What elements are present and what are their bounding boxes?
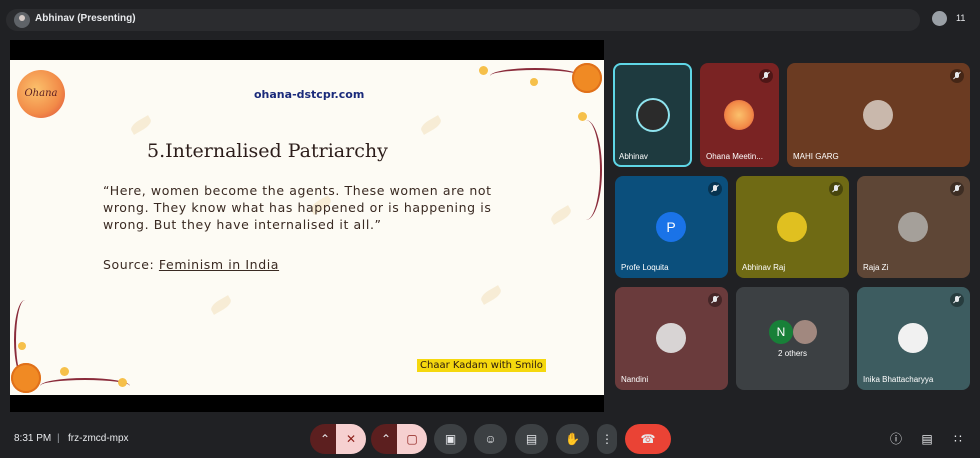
decor-leaf [208,295,234,315]
separator: | [57,433,60,444]
slide-quote: “Here, women become the agents. These wo… [103,183,492,232]
more-vert-icon: ⋮ [601,432,613,446]
participant-tile-others[interactable]: N 2 others [736,287,849,390]
slide-source: Source: Feminism in India [103,257,280,272]
decor-leaf [418,115,444,135]
camera-toggle-button[interactable]: ▢ [397,424,427,454]
participant-tile-nandini[interactable]: Nandini [615,287,728,390]
meeting-details-button[interactable]: ⓘ [887,430,905,448]
mic-off-icon [759,69,773,83]
chevron-up-icon: ⌃ [319,432,331,446]
present-screen-button[interactable]: ▣ [434,424,467,454]
participant-name: Inika Bhattacharyya [863,375,934,384]
chat-icon: ▤ [921,432,933,446]
participant-tile-abhinav[interactable]: Abhinav [613,63,692,167]
more-options-button[interactable]: ⋮ [597,424,617,454]
avatar [656,323,686,353]
presentation-stage: Ohana ohana-dstcpr.com 5.Internalised Pa… [10,40,604,412]
raise-hand-button[interactable]: ✋ [556,424,589,454]
participant-count: 11 [956,13,966,23]
participant-tile-ohana[interactable]: Ohana Meetin... [700,63,779,167]
participant-name: Abhinav Raj [742,263,786,272]
avatar [898,212,928,242]
slide-title: 5.Internalised Patriarchy [147,140,388,162]
slide-website: ohana-dstcpr.com [254,88,365,101]
flower-decoration [479,66,488,75]
captions-icon: ▤ [525,432,538,446]
ohana-logo: Ohana [17,70,65,118]
mic-off-icon [950,182,964,196]
avatar [777,212,807,242]
participant-name: Nandini [621,375,649,384]
avatar-initial: N [769,320,793,344]
call-controls-bar: 8:31 PM | frz-zmcd-mpx ⌃ ✕ ⌃ ▢ ▣ ☺ ▤ ✋ ⋮… [0,418,980,458]
leave-call-button[interactable]: ☎ [625,424,671,454]
flower-decoration [572,63,602,93]
activities-button[interactable]: ∷ [949,430,967,448]
camera-off-icon: ▢ [406,432,418,446]
floral-vine [40,378,130,394]
mic-off-icon [708,182,722,196]
flower-decoration [11,363,41,393]
participant-tile-abhinav-raj[interactable]: Abhinav Raj [736,176,849,278]
avatar [863,100,893,130]
flower-decoration [18,342,26,350]
flower-decoration [60,367,69,376]
participant-name: Ohana Meetin... [706,152,763,161]
emoji-icon: ☺ [484,432,497,446]
decor-leaf [128,115,154,135]
avatar [793,320,817,344]
mic-off-icon [829,182,843,196]
participant-name: MAHI GARG [793,152,839,161]
chat-button[interactable]: ▤ [918,430,936,448]
source-link[interactable]: Feminism in India [159,257,279,272]
flower-decoration [118,378,127,387]
hand-icon: ✋ [565,432,580,446]
decor-leaf [548,205,574,225]
chevron-up-icon: ⌃ [380,432,392,446]
presenting-banner: Abhinav (Presenting) [6,9,920,31]
participant-tile-profe-loquita[interactable]: P Profe Loquita [615,176,728,278]
mic-toggle-button[interactable]: ✕ [336,424,366,454]
participant-tile-inika[interactable]: Inika Bhattacharyya [857,287,970,390]
mic-off-icon [950,69,964,83]
participant-name: Abhinav [619,152,648,161]
info-icon: ⓘ [889,432,902,446]
avatar [638,100,668,130]
avatar [898,323,928,353]
participant-name: Raja Zi [863,263,889,272]
mic-off-icon: ✕ [345,432,357,446]
slide-caption: Chaar Kadam with Smilo [417,359,546,372]
presenter-avatar [14,12,30,28]
participant-tile-mahi-garg[interactable]: MAHI GARG [787,63,970,167]
avatar-initial: P [656,212,686,242]
mic-off-icon [708,293,722,307]
flower-decoration [530,78,538,86]
hang-up-icon: ☎ [640,432,656,446]
captions-button[interactable]: ▤ [515,424,548,454]
reactions-button[interactable]: ☺ [474,424,507,454]
clock: 8:31 PM [14,433,52,444]
presenter-label: Abhinav (Presenting) [35,13,136,24]
participant-count-button[interactable]: 11 [930,9,972,29]
participant-name: Profe Loquita [621,263,669,272]
decor-leaf [478,285,504,305]
floral-vine [570,120,602,220]
participant-avatar-icon [932,11,947,26]
participant-tile-raja-zi[interactable]: Raja Zi [857,176,970,278]
activities-icon: ∷ [954,432,962,446]
mic-off-icon [950,293,964,307]
presented-slide: Ohana ohana-dstcpr.com 5.Internalised Pa… [10,60,604,395]
present-icon: ▣ [444,432,457,446]
others-label: 2 others [778,349,807,358]
avatar [724,100,754,130]
meeting-code: frz-zmcd-mpx [68,433,129,444]
